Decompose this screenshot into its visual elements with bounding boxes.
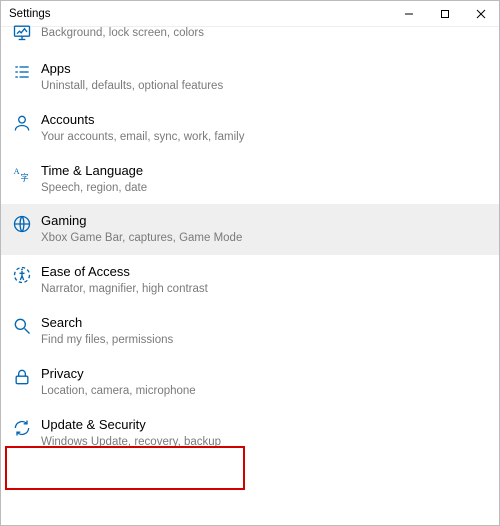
time-language-icon: A字 bbox=[11, 163, 33, 185]
item-title: Accounts bbox=[41, 112, 244, 129]
item-desc: Your accounts, email, sync, work, family bbox=[41, 130, 244, 145]
settings-item-gaming[interactable]: Gaming Xbox Game Bar, captures, Game Mod… bbox=[1, 204, 499, 255]
settings-item-time-language[interactable]: A字 Time & Language Speech, region, date bbox=[1, 154, 499, 205]
item-desc: Windows Update, recovery, backup bbox=[41, 435, 221, 450]
item-title: Time & Language bbox=[41, 163, 147, 180]
item-title: Privacy bbox=[41, 366, 196, 383]
settings-item-accounts[interactable]: Accounts Your accounts, email, sync, wor… bbox=[1, 103, 499, 154]
item-desc: Xbox Game Bar, captures, Game Mode bbox=[41, 231, 242, 246]
minimize-button[interactable] bbox=[391, 1, 427, 26]
maximize-button[interactable] bbox=[427, 1, 463, 26]
svg-text:A: A bbox=[14, 167, 20, 176]
accounts-icon bbox=[11, 112, 33, 134]
privacy-icon bbox=[11, 366, 33, 388]
search-icon bbox=[11, 315, 33, 337]
personalization-icon bbox=[11, 21, 33, 43]
item-desc: Find my files, permissions bbox=[41, 333, 173, 348]
item-title: Ease of Access bbox=[41, 264, 208, 281]
item-desc: Speech, region, date bbox=[41, 181, 147, 196]
item-title: Search bbox=[41, 315, 173, 332]
gaming-icon bbox=[11, 213, 33, 235]
window-controls bbox=[391, 1, 499, 26]
item-desc: Uninstall, defaults, optional features bbox=[41, 79, 223, 94]
settings-list: Personalization Background, lock screen,… bbox=[1, 27, 499, 459]
item-title: Update & Security bbox=[41, 417, 221, 434]
item-title: Apps bbox=[41, 61, 223, 78]
settings-item-update-security[interactable]: Update & Security Windows Update, recove… bbox=[1, 408, 499, 459]
item-desc: Background, lock screen, colors bbox=[41, 26, 204, 41]
item-desc: Location, camera, microphone bbox=[41, 384, 196, 399]
settings-item-privacy[interactable]: Privacy Location, camera, microphone bbox=[1, 357, 499, 408]
settings-item-search[interactable]: Search Find my files, permissions bbox=[1, 306, 499, 357]
item-desc: Narrator, magnifier, high contrast bbox=[41, 282, 208, 297]
svg-text:字: 字 bbox=[20, 172, 28, 182]
ease-of-access-icon bbox=[11, 264, 33, 286]
window-title: Settings bbox=[9, 8, 51, 20]
close-button[interactable] bbox=[463, 1, 499, 26]
apps-icon bbox=[11, 61, 33, 83]
update-security-icon bbox=[11, 417, 33, 439]
item-title: Gaming bbox=[41, 213, 242, 230]
settings-item-apps[interactable]: Apps Uninstall, defaults, optional featu… bbox=[1, 52, 499, 103]
settings-item-ease-of-access[interactable]: Ease of Access Narrator, magnifier, high… bbox=[1, 255, 499, 306]
